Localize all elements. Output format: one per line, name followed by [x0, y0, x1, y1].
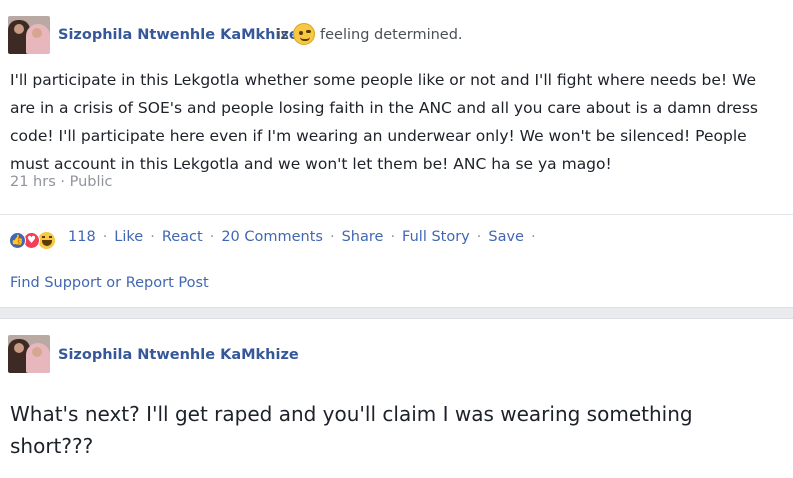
post-meta: 21 hrs · Public — [10, 174, 113, 190]
author-avatar[interactable] — [8, 335, 50, 373]
post-body: I'll participate in this Lekgotla whethe… — [10, 71, 758, 173]
post-body: What's next? I'll get raped and you'll c… — [10, 402, 693, 458]
author-name[interactable]: Sizophila Ntwenhle KaMkhize — [58, 27, 299, 43]
divider — [0, 214, 793, 215]
winking-face-icon — [293, 23, 315, 45]
feeling-text: feeling determined. — [320, 27, 463, 43]
meta-separator: · — [60, 174, 65, 190]
report-post-link[interactable]: Find Support or Report Post — [10, 275, 209, 291]
full-story-link[interactable]: Full Story — [402, 229, 470, 245]
separator: · — [209, 229, 215, 245]
separator: · — [530, 229, 536, 245]
is-word: is — [277, 27, 289, 43]
separator: · — [102, 229, 108, 245]
separator: · — [390, 229, 396, 245]
share-button[interactable]: Share — [342, 229, 384, 245]
separator: · — [150, 229, 155, 245]
separator: · — [476, 229, 482, 245]
separator: · — [329, 229, 335, 245]
action-bar: 118 · Like · React · 20 Comments · Share · Full St… — [68, 229, 543, 245]
privacy-label: Public — [69, 174, 113, 190]
post-card: Sizophila Ntwenhle KaMkhize is feeling d… — [0, 0, 793, 308]
comments-link[interactable]: 20 Comments — [221, 229, 323, 245]
author-avatar[interactable] — [8, 16, 50, 54]
like-button[interactable]: Like — [114, 229, 143, 245]
like-reaction-icon: 👍 — [9, 232, 26, 249]
reaction-count[interactable]: 118 — [68, 229, 96, 245]
react-button[interactable]: React — [162, 229, 203, 245]
author-name[interactable]: Sizophila Ntwenhle KaMkhize — [58, 347, 299, 363]
reaction-icons[interactable]: 👍 ♥ — [9, 230, 69, 250]
save-button[interactable]: Save — [488, 229, 524, 245]
timestamp[interactable]: 21 hrs — [10, 174, 56, 190]
